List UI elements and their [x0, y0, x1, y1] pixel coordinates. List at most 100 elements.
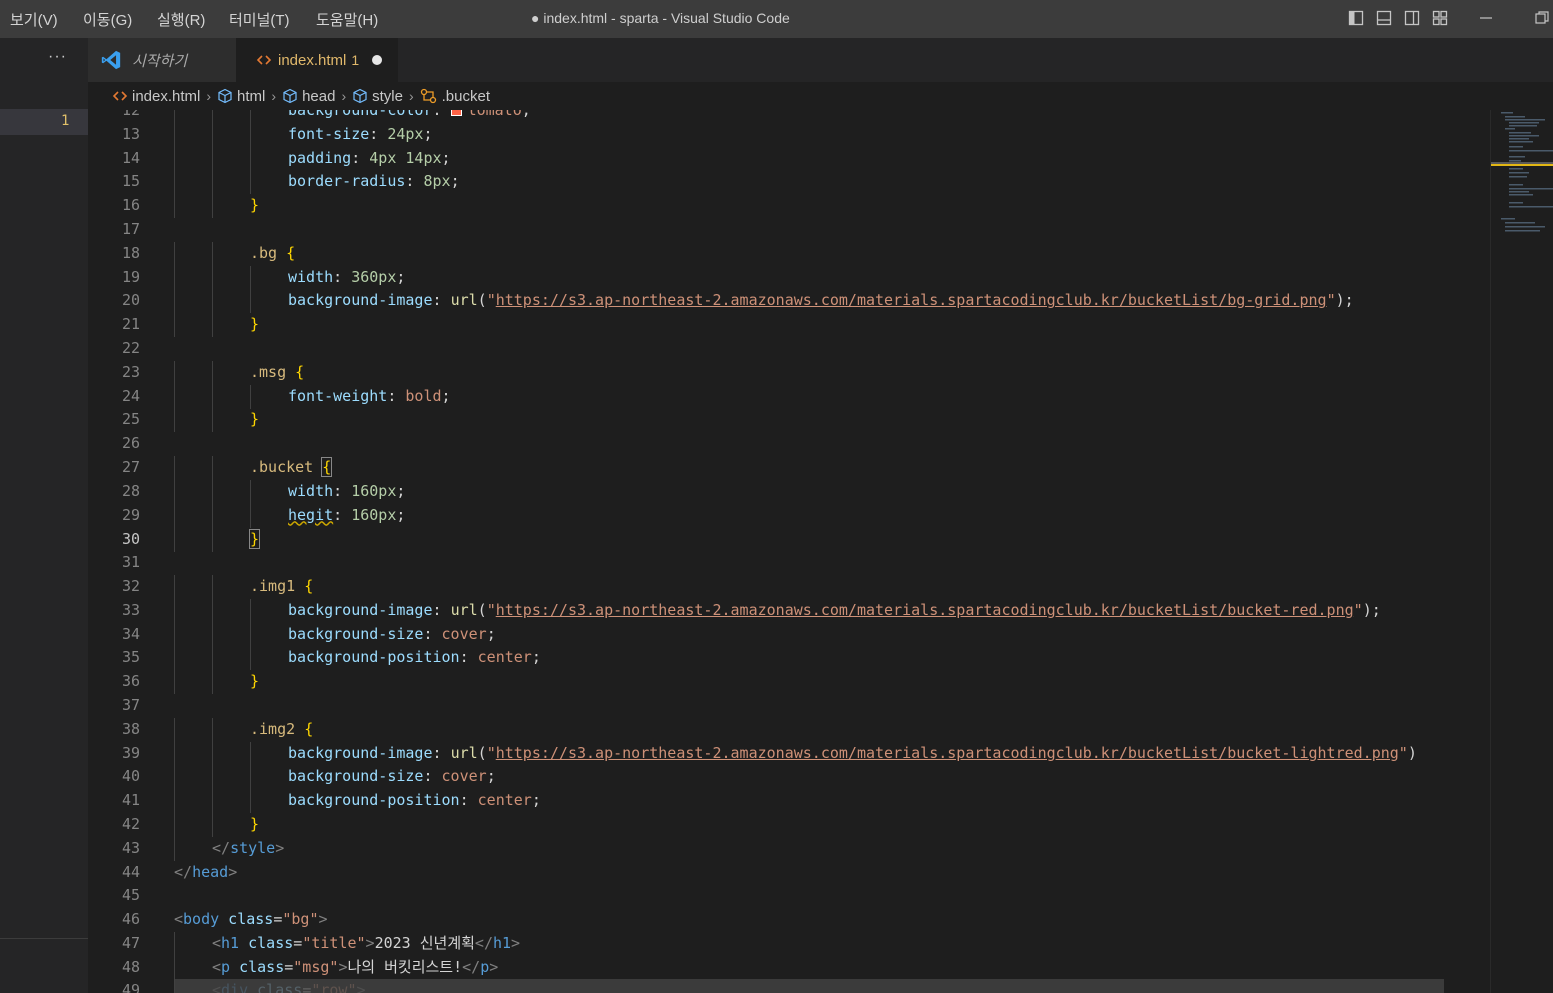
code-token: body [183, 910, 220, 929]
css-rule-icon [420, 88, 436, 104]
minimize-icon[interactable] [1478, 10, 1494, 26]
line-number: 27 [121, 457, 140, 476]
code-token: : [432, 110, 451, 119]
breadcrumb-item-bucket[interactable]: .bucket [420, 88, 490, 105]
code-token: background-color [288, 110, 433, 119]
line-number: 28 [121, 481, 140, 500]
breadcrumb-item-file[interactable]: index.html [112, 88, 200, 105]
indent-guide [174, 384, 175, 409]
breadcrumb-item-html[interactable]: html [217, 88, 265, 105]
code-token: : [459, 648, 478, 667]
tab-welcome[interactable]: 시작하기 [88, 38, 236, 82]
indent-guide [212, 717, 213, 742]
code-token: : [333, 505, 352, 524]
problem-count-badge: 1 [351, 52, 360, 68]
code-text: width: 160px; [288, 480, 405, 504]
toggle-primary-sidebar-icon[interactable] [1348, 10, 1364, 26]
code-token: ( [477, 743, 487, 762]
unsaved-dot-icon[interactable] [372, 55, 383, 65]
code-token: background-size [288, 767, 424, 786]
indent-guide [174, 503, 175, 528]
indent-guide [212, 384, 213, 409]
code-token: width [288, 481, 334, 500]
indent-guide [250, 122, 251, 147]
indent-guide [212, 741, 213, 766]
line-number: 29 [121, 505, 140, 524]
restore-icon[interactable] [1534, 10, 1550, 26]
menu-view[interactable]: 보기(V) [10, 9, 58, 30]
code-token: ; [441, 148, 451, 167]
indent-guide [250, 741, 251, 766]
code-token: { [295, 362, 305, 381]
code-token: " [486, 600, 496, 619]
breadcrumb-item-head[interactable]: head [282, 88, 335, 105]
code-text: <h1 class="title">2023 신년계획</h1> [212, 932, 520, 956]
code-token: ; [486, 767, 496, 786]
code-token: 160px [351, 481, 397, 500]
toggle-panel-icon[interactable] [1376, 10, 1392, 26]
code-token: : [432, 600, 451, 619]
code-text: border-radius: 8px; [288, 170, 460, 194]
code-text: <body class="bg"> [174, 908, 328, 932]
line-number: 22 [121, 338, 140, 357]
indent-guide [174, 455, 175, 480]
color-swatch-icon[interactable] [450, 110, 462, 116]
code-token: : [423, 767, 442, 786]
menu-terminal[interactable]: 터미널(T) [229, 9, 290, 30]
code-token: background-image [288, 743, 433, 762]
code-text: background-image: url("https://s3.ap-nor… [288, 289, 1354, 313]
customize-layout-icon[interactable] [1432, 10, 1448, 26]
line-number: 40 [121, 767, 140, 786]
chevron-right-icon: › [341, 88, 347, 104]
sidebar-selected-row[interactable]: 1 [0, 109, 88, 135]
code-token: : [459, 791, 478, 810]
code-token: tomato [467, 110, 522, 119]
indent-guide [174, 646, 175, 671]
horizontal-scrollbar[interactable] [174, 979, 1444, 993]
indent-guide [212, 194, 213, 219]
code-token: url [450, 743, 478, 762]
breadcrumb-item-style[interactable]: style [352, 88, 403, 105]
code-token: ) [1407, 743, 1417, 762]
indent-guide [250, 146, 251, 171]
more-actions-icon[interactable]: ··· [48, 48, 67, 66]
code-text: font-weight: bold; [288, 385, 451, 409]
menu-go[interactable]: 이동(G) [83, 9, 132, 30]
code-token: 160px [351, 505, 397, 524]
code-token: p [480, 957, 490, 976]
code-token: .img2 [250, 719, 305, 738]
minimap[interactable] [1490, 110, 1553, 993]
vscode-icon [101, 50, 121, 70]
breadcrumb-label: index.html [132, 87, 201, 105]
code-token: 4px 14px [369, 148, 442, 167]
code-token: class [219, 910, 274, 929]
code-token: .img1 [250, 576, 305, 595]
menu-run[interactable]: 실행(R) [157, 9, 205, 30]
code-text: .bg { [250, 242, 295, 266]
tab-bar: 시작하기 index.html 1 [88, 38, 1553, 82]
indent-guide [174, 836, 175, 861]
indent-guide [212, 789, 213, 814]
explorer-sidebar: ··· 1 [0, 38, 88, 993]
indent-guide [250, 110, 251, 123]
line-number: 48 [121, 957, 140, 976]
code-token: } [250, 672, 260, 691]
code-text: background-size: cover; [288, 623, 496, 647]
code-token: ; [531, 648, 541, 667]
menu-help[interactable]: 도움말(H) [316, 9, 378, 30]
code-editor[interactable]: 12 background-color: tomato; 13 font-size: … [88, 110, 1490, 993]
indent-guide [174, 265, 175, 290]
chevron-right-icon: › [271, 88, 277, 104]
code-token: 2023 신년계획 [374, 933, 475, 952]
code-token: hegit [288, 505, 334, 524]
tab-index-html[interactable]: index.html 1 [236, 38, 398, 82]
toggle-secondary-sidebar-icon[interactable] [1404, 10, 1420, 26]
indent-guide [212, 122, 213, 147]
code-token: url [450, 291, 478, 310]
indent-guide [250, 789, 251, 814]
code-token: > [228, 862, 238, 881]
code-token: : [423, 624, 442, 643]
code-token: "bg" [282, 910, 319, 929]
code-token: width [288, 267, 334, 286]
code-token: < [174, 910, 184, 929]
